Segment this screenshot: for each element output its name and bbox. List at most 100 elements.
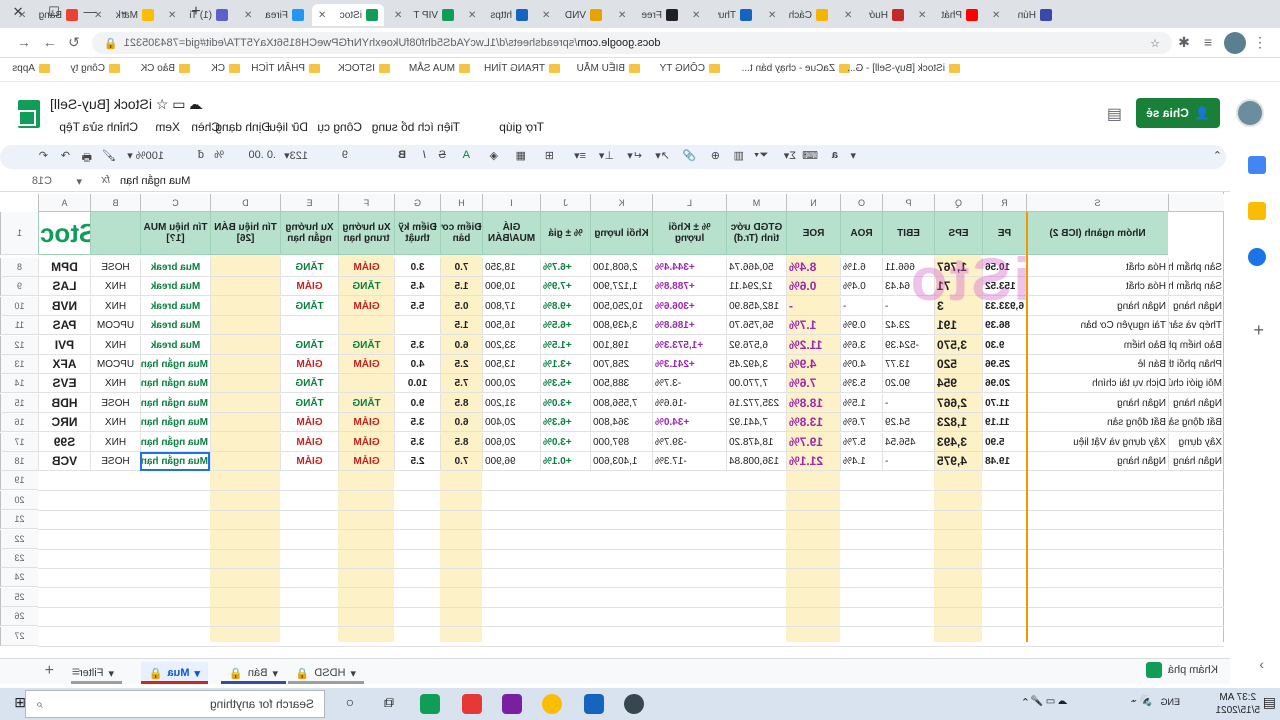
cell-G[interactable]: 3.5 xyxy=(394,413,440,433)
app-icon-dark[interactable] xyxy=(624,694,644,714)
cell-N[interactable]: 18.8% xyxy=(786,393,840,413)
sheet-tab[interactable]: ▾ Bán 🔒 xyxy=(221,662,286,684)
currency-icon[interactable]: đ xyxy=(198,149,204,161)
browser-tab[interactable]: Phát ✕ xyxy=(912,4,984,26)
cell-C[interactable]: Mua break xyxy=(140,296,210,316)
bookmark-item[interactable]: CK xyxy=(211,63,240,74)
cell-K[interactable]: 7,556,800 xyxy=(590,393,652,413)
add-sheet-icon[interactable]: + xyxy=(45,662,54,680)
cell-H[interactable]: 6.0 xyxy=(440,335,482,355)
cell-B[interactable]: HOSE xyxy=(90,393,140,413)
cell-I[interactable]: 18,350 xyxy=(482,258,540,277)
cell-G[interactable]: 9.0 xyxy=(394,393,440,413)
column-header[interactable]: N xyxy=(786,194,840,212)
cell-N[interactable]: 19.7% xyxy=(786,432,840,452)
menu-item[interactable]: Tiện ích bổ sung xyxy=(372,120,460,134)
bookmark-item[interactable]: CÔNG TY xyxy=(660,63,720,74)
cell-J[interactable]: +3.1% xyxy=(540,355,590,374)
sheets-app-icon[interactable] xyxy=(420,694,440,714)
cell-R[interactable]: 9.30 xyxy=(982,335,1026,355)
cell-C[interactable]: Mua ngắn hạn xyxy=(140,355,210,374)
cell-J[interactable]: +6.5% xyxy=(540,316,590,336)
cell-E[interactable]: TĂNG xyxy=(280,393,338,413)
cell-D[interactable] xyxy=(210,452,280,471)
cell-S[interactable]: Ngân hàng xyxy=(1026,393,1168,413)
cell-K[interactable]: 198,100 xyxy=(590,335,652,355)
cell-F[interactable]: TĂNG xyxy=(338,393,394,413)
share-button[interactable]: 👤 Chia sẻ xyxy=(1136,98,1220,128)
cell-B[interactable]: HOSE xyxy=(90,258,140,277)
cell-P[interactable]: 456.54 xyxy=(882,432,934,452)
header-cell[interactable]: Điểm kỹ thuật xyxy=(394,212,440,255)
column-header[interactable]: F xyxy=(338,194,394,212)
row-header[interactable]: 11 xyxy=(0,316,38,336)
row-header[interactable]: 9 xyxy=(0,277,38,297)
cell-M[interactable]: 50,466.74 xyxy=(726,258,786,277)
cell-B[interactable]: HNX xyxy=(90,413,140,433)
cell-P[interactable]: 54.29 xyxy=(882,413,934,433)
cell-subgroup[interactable]: Ngân hàng xyxy=(1168,393,1224,413)
cell-K[interactable]: 258,700 xyxy=(590,355,652,374)
browser-tab[interactable]: Free ✕ xyxy=(612,4,684,26)
cell-subgroup[interactable]: Ngân hàng xyxy=(1168,452,1224,471)
cell-I[interactable]: 20,000 xyxy=(482,374,540,394)
tab-close-icon[interactable]: ✕ xyxy=(992,10,1000,21)
cell-S[interactable]: Bán lẻ xyxy=(1026,355,1168,374)
header-cell[interactable]: ROE xyxy=(786,212,840,255)
cell-R[interactable]: 19.48 xyxy=(982,452,1026,471)
cell-L[interactable]: +34.0% xyxy=(652,413,726,433)
column-header[interactable]: R xyxy=(982,194,1026,212)
cell-E[interactable]: TĂNG xyxy=(280,374,338,394)
cell-C[interactable]: Mua ngắn hạn xyxy=(140,413,210,433)
cell-S[interactable]: Bất động sản xyxy=(1026,413,1168,433)
cell-J[interactable]: +7.9% xyxy=(540,277,590,297)
cell-G[interactable]: 3.5 xyxy=(394,335,440,355)
cell-H[interactable]: 2.5 xyxy=(440,355,482,374)
menu-item[interactable]: Tệp xyxy=(59,120,80,134)
cell-L[interactable]: -16.6% xyxy=(652,393,726,413)
explore-button[interactable]: Khám phá xyxy=(1145,662,1218,678)
keep-icon[interactable] xyxy=(1248,202,1266,220)
bookmark-star-icon[interactable]: ☆ xyxy=(1150,37,1160,50)
sheets-logo-icon[interactable] xyxy=(18,100,40,128)
cell-G[interactable]: 4.0 xyxy=(394,355,440,374)
cell-M[interactable]: 7,770.00 xyxy=(726,374,786,394)
taskbar-search[interactable]: Search for anything ⌕ xyxy=(25,690,325,718)
browser-tab[interactable]: Huớ ✕ xyxy=(838,4,910,26)
row-header[interactable]: 10 xyxy=(0,296,38,316)
insert-comment-icon[interactable]: ⊕ xyxy=(711,149,720,162)
cell-Q[interactable]: 3,493 xyxy=(934,432,982,452)
cell-subgroup[interactable]: Thép và sản xyxy=(1168,316,1224,336)
browser-tab[interactable]: (1) Ti ✕ xyxy=(162,4,234,26)
cell-D[interactable] xyxy=(210,335,280,355)
cell-O[interactable]: 0.9% xyxy=(840,316,882,336)
cell-L[interactable]: +241.3% xyxy=(652,355,726,374)
cell-H[interactable]: 1.5 xyxy=(440,316,482,336)
cell-K[interactable]: 388,500 xyxy=(590,374,652,394)
row-header[interactable]: 18 xyxy=(0,452,38,471)
cell-L[interactable]: +788.8% xyxy=(652,277,726,297)
valign-icon[interactable]: ⊥▾ xyxy=(599,149,614,162)
cell-J[interactable]: +3.0% xyxy=(540,432,590,452)
column-header[interactable]: J xyxy=(540,194,590,212)
header-cell[interactable]: Điểm cơ bản xyxy=(440,212,482,255)
cell-B[interactable]: UPCOM xyxy=(90,316,140,336)
cell-R[interactable]: 11.70 xyxy=(982,393,1026,413)
menu-item[interactable]: Công cụ xyxy=(317,120,362,134)
bookmark-item[interactable]: PHÂN TÍCH xyxy=(251,63,320,74)
cell-F[interactable]: TĂNG xyxy=(338,335,394,355)
cell-M[interactable]: 136,008.84 xyxy=(726,452,786,471)
cell-G[interactable]: 5.5 xyxy=(394,296,440,316)
cell-I[interactable]: 33,200 xyxy=(482,335,540,355)
cell-D[interactable] xyxy=(210,316,280,336)
cell-N[interactable]: - xyxy=(786,296,840,316)
cell-J[interactable]: +0.1% xyxy=(540,452,590,471)
merge-icon[interactable]: ⊞ xyxy=(545,149,554,162)
column-header[interactable]: M xyxy=(726,194,786,212)
tab-close-icon[interactable]: ✕ xyxy=(542,10,550,21)
cell-G[interactable] xyxy=(394,316,440,336)
cell-C[interactable]: Mua break xyxy=(140,316,210,336)
cell-K[interactable]: 1,127,900 xyxy=(590,277,652,297)
row-header[interactable]: 22 xyxy=(0,529,38,549)
cell-G[interactable]: 2.5 xyxy=(394,452,440,471)
